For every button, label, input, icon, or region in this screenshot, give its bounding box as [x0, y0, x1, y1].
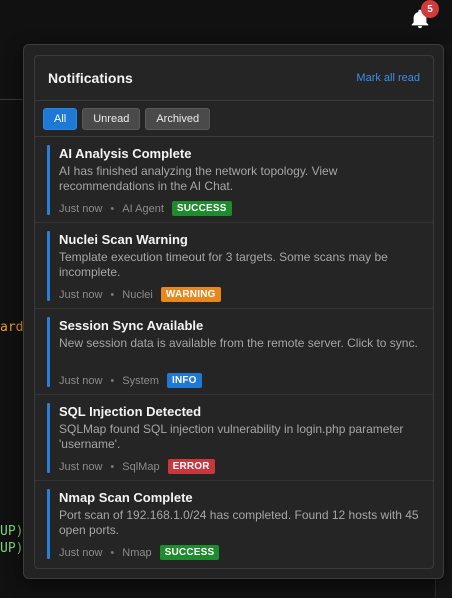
notification-item[interactable]: Nmap Scan Complete Port scan of 192.168.… — [35, 481, 433, 567]
notification-source: Nmap — [122, 546, 152, 559]
notification-accent-bar — [47, 145, 50, 215]
notification-item[interactable]: Session Sync Available New session data … — [35, 309, 433, 395]
background-text-fragment: ard — [0, 320, 24, 335]
notification-meta: Just now • SqlMap ERROR — [59, 459, 423, 474]
notification-time: Just now — [59, 288, 103, 301]
notification-item[interactable]: Nuclei Scan Warning Template execution t… — [35, 223, 433, 309]
notification-meta: Just now • Nmap SUCCESS — [59, 545, 423, 560]
notification-count-badge: 5 — [421, 0, 439, 18]
notification-accent-bar — [47, 403, 50, 473]
separator-dot-icon: • — [110, 460, 115, 473]
notification-source: AI Agent — [122, 202, 164, 215]
mark-all-read-link[interactable]: Mark all read — [356, 72, 420, 84]
separator-dot-icon: • — [110, 374, 115, 387]
notifications-header: Notifications Mark all read — [35, 56, 433, 100]
separator-dot-icon: • — [110, 288, 115, 301]
notification-time: Just now — [59, 460, 103, 473]
notification-meta: Just now • AI Agent SUCCESS — [59, 201, 423, 216]
notification-title: Session Sync Available — [59, 318, 204, 333]
notification-item[interactable]: AI Analysis Complete AI has finished ana… — [35, 137, 433, 223]
notification-time: Just now — [59, 546, 103, 559]
separator-dot-icon: • — [110, 546, 115, 559]
notification-title: Nmap Scan Complete — [59, 490, 193, 505]
notification-filter-tabs: All Unread Archived — [35, 100, 433, 137]
tab-all[interactable]: All — [43, 107, 78, 130]
tab-unread[interactable]: Unread — [82, 107, 141, 130]
status-badge: SUCCESS — [171, 201, 232, 216]
notifications-panel: Notifications Mark all read All Unread A… — [23, 44, 444, 579]
status-badge: WARNING — [160, 287, 221, 302]
tab-archived[interactable]: Archived — [145, 107, 211, 130]
status-badge: ERROR — [167, 459, 215, 474]
notification-message: Template execution timeout for 3 targets… — [59, 250, 388, 279]
notification-accent-bar — [47, 231, 50, 301]
notification-time: Just now — [59, 374, 103, 387]
separator-dot-icon: • — [110, 202, 115, 215]
notification-meta: Just now • Nuclei WARNING — [59, 287, 423, 302]
notification-item[interactable]: SQL Injection Detected SQLMap found SQL … — [35, 395, 433, 481]
notification-accent-bar — [47, 317, 50, 387]
status-badge: INFO — [166, 373, 202, 388]
notification-list: AI Analysis Complete AI has finished ana… — [35, 137, 433, 567]
notification-source: System — [122, 374, 159, 387]
notification-message: SQLMap found SQL injection vulnerability… — [59, 422, 404, 451]
notifications-title: Notifications — [48, 70, 133, 86]
notification-accent-bar — [47, 489, 50, 559]
notification-title: SQL Injection Detected — [59, 404, 202, 419]
background-text-fragment: UP) — [0, 524, 24, 539]
notification-message: New session data is available from the r… — [59, 336, 418, 350]
top-bar — [0, 0, 452, 44]
notification-message: AI has finished analyzing the network to… — [59, 164, 338, 193]
notification-title: Nuclei Scan Warning — [59, 232, 188, 247]
background-text-fragment: UP) — [0, 541, 24, 556]
status-badge: SUCCESS — [159, 545, 220, 560]
notification-time: Just now — [59, 202, 103, 215]
notification-meta: Just now • System INFO — [59, 373, 423, 388]
notification-source: SqlMap — [122, 460, 160, 473]
notifications-panel-inner: Notifications Mark all read All Unread A… — [34, 55, 434, 569]
notification-source: Nuclei — [122, 288, 153, 301]
notification-title: AI Analysis Complete — [59, 146, 192, 161]
notification-message: Port scan of 192.168.1.0/24 has complete… — [59, 508, 419, 537]
